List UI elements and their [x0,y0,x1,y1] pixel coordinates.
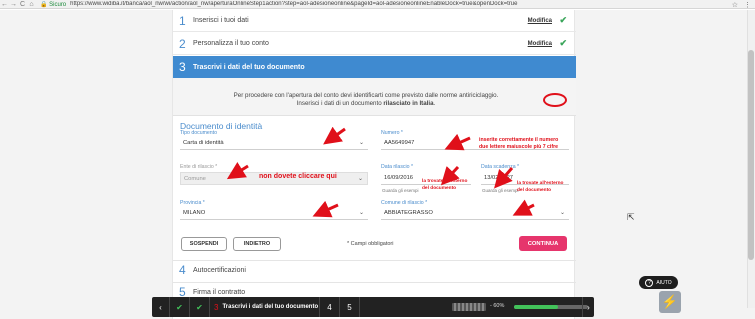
arrow-issue-date [440,165,460,186]
progress-text: - 60% [490,303,505,309]
progress-track [514,305,588,309]
redacted-name [452,303,486,311]
current-step-label: Trascrivi i dati del tuo documento [222,304,319,310]
step-1-done-icon[interactable]: ✔ [170,297,190,317]
arrow-issuer [226,162,249,180]
progress-fill [514,305,559,309]
lightning-icon[interactable]: ⚡ [659,291,681,313]
mouse-cursor-icon: ⇱ [627,212,635,222]
next-step-button[interactable]: › [582,297,594,317]
arrow-municipality [512,199,535,216]
step-4-button[interactable]: 4 [320,297,340,317]
arrow-number [444,133,471,151]
annotation-arrows [226,126,535,218]
arrow-province [312,200,339,218]
step-5-button[interactable]: 5 [340,297,360,317]
help-button[interactable]: ? AIUTO [639,276,678,289]
bottom-progress-bar: ‹ ✔ ✔ 3 Trascrivi i dati del tuo documen… [152,297,594,317]
current-step-number: 3 [214,302,219,312]
question-icon: ? [645,278,654,287]
prev-step-button[interactable]: ‹ [152,297,170,317]
current-step-cell: 3 Trascrivi i dati del tuo documento [210,297,320,317]
step-2-done-icon[interactable]: ✔ [190,297,210,317]
arrow-expiry-date [494,167,514,189]
arrow-document-type [323,126,346,145]
